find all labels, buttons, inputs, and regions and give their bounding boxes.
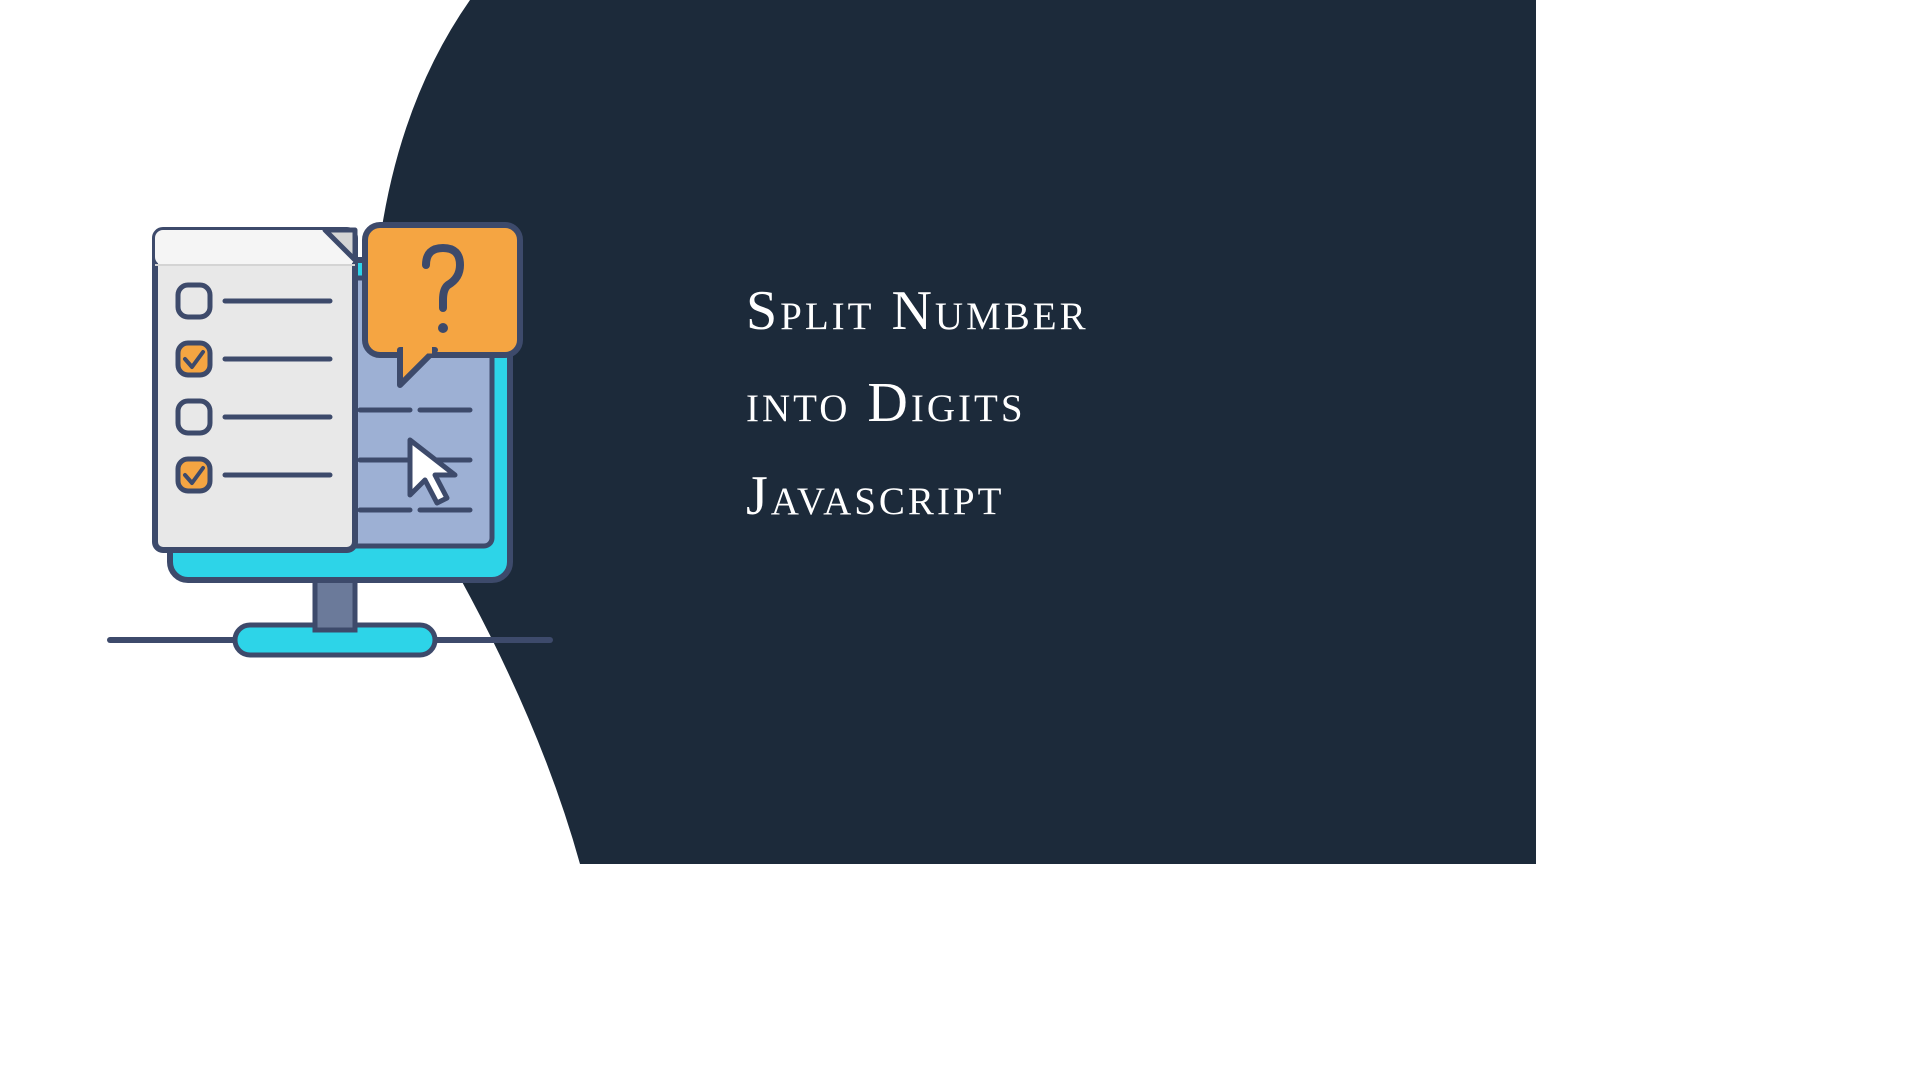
title-line-1: Split Number: [746, 280, 1089, 342]
computer-illustration: [100, 200, 560, 700]
title-line-2: into Digits: [746, 372, 1026, 434]
page-title: Split Number into Digits Javascript: [746, 265, 1446, 542]
title-line-3: Javascript: [746, 465, 1004, 527]
